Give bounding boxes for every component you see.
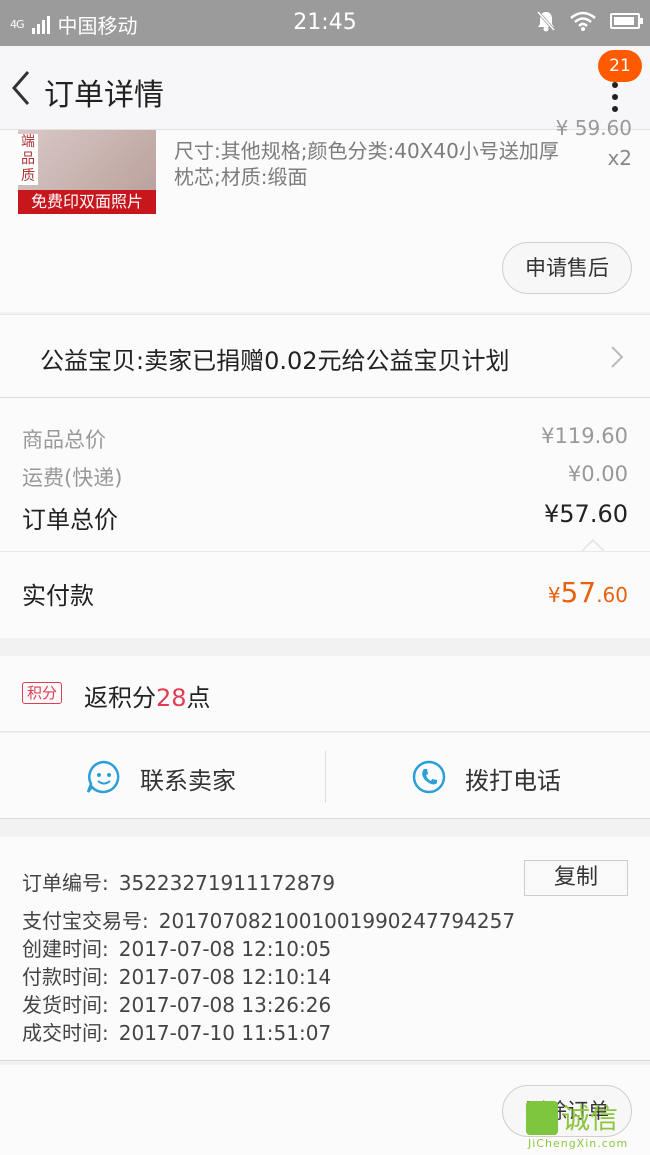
- caret-up-icon: [582, 539, 604, 551]
- paid-amount-int: 57: [560, 576, 597, 609]
- points-amount: 28: [156, 684, 187, 712]
- watermark-logo: 诚信 JiChengXin.com: [526, 1097, 646, 1151]
- call-phone-label: 拨打电话: [465, 767, 561, 795]
- chat-bubble-icon: [86, 760, 120, 794]
- shipped-time-label: 发货时间:: [22, 993, 109, 1017]
- order-total-label: 订单总价: [22, 506, 118, 534]
- thumbnail-tag: 端品质: [18, 134, 38, 185]
- order-number-line: 订单编号: 35223271911172879: [22, 867, 335, 896]
- paid-currency: ¥: [547, 583, 561, 607]
- contact-seller-label: 联系卖家: [140, 767, 236, 795]
- thumbnail-banner: 免费印双面照片: [18, 190, 156, 214]
- alipay-label: 支付宝交易号:: [22, 909, 149, 933]
- points-suffix: 点: [186, 684, 211, 712]
- paid-time-value: 2017-07-08 12:10:14: [118, 965, 332, 989]
- status-bar: 4G 中国移动 21:45: [0, 0, 650, 46]
- price-summary: 商品总价 ¥119.60 运费(快递) ¥0.00 订单总价 ¥57.60 实付…: [0, 398, 650, 638]
- phone-icon: [412, 760, 446, 794]
- paid-amount: ¥57.60: [548, 576, 628, 609]
- chevron-right-icon: [611, 346, 624, 368]
- created-time-line: 创建时间: 2017-07-08 12:10:05: [22, 933, 331, 962]
- closed-time-line: 成交时间: 2017-07-10 11:51:07: [22, 1017, 331, 1046]
- paid-label: 实付款: [22, 582, 94, 610]
- product-thumbnail[interactable]: 端品质 免费印双面照片: [18, 130, 156, 214]
- points-text: 返积分28点: [84, 678, 211, 713]
- mute-bell-icon: [536, 11, 556, 32]
- nav-bar: 订单详情 21: [0, 46, 650, 130]
- watermark-subtext: JiChengXin.com: [528, 1137, 629, 1150]
- goods-total-value: ¥119.60: [541, 424, 628, 448]
- summary-divider: [0, 551, 650, 552]
- contact-bar: 联系卖家 拨打电话: [0, 733, 650, 819]
- closed-time-label: 成交时间:: [22, 1021, 109, 1045]
- battery-icon: [610, 13, 643, 29]
- footer-bar: 删除订单 诚信 JiChengXin.com: [0, 1065, 650, 1155]
- item-price: ¥ 59.60: [555, 116, 632, 140]
- goods-total-label: 商品总价: [22, 428, 106, 452]
- order-number-label: 订单编号:: [22, 871, 109, 895]
- charity-row[interactable]: 公益宝贝:卖家已捐赠0.02元给公益宝贝计划: [0, 314, 650, 398]
- points-tag: 积分: [22, 682, 63, 704]
- paid-time-line: 付款时间: 2017-07-08 12:10:14: [22, 961, 331, 990]
- notification-badge[interactable]: 21: [598, 50, 642, 82]
- points-prefix: 返积分: [84, 684, 156, 712]
- shipping-value: ¥0.00: [567, 462, 628, 486]
- charity-text: 公益宝贝:卖家已捐赠0.02元给公益宝贝计划: [40, 347, 510, 375]
- order-info: 订单编号: 35223271911172879 复制 支付宝交易号: 2017070…: [0, 837, 650, 1061]
- back-arrow-icon[interactable]: [6, 66, 36, 110]
- watermark-text: 诚信: [562, 1102, 619, 1135]
- created-time-label: 创建时间:: [22, 937, 109, 961]
- watermark-icon: [526, 1101, 558, 1135]
- order-number-value: 35223271911172879: [118, 871, 336, 895]
- points-row: 积分 返积分28点: [0, 656, 650, 732]
- closed-time-value: 2017-07-10 11:51:07: [118, 1021, 332, 1045]
- contact-seller-button[interactable]: 联系卖家: [0, 733, 325, 819]
- shipped-time-line: 发货时间: 2017-07-08 13:26:26: [22, 989, 331, 1018]
- after-sale-button[interactable]: 申请售后: [502, 242, 632, 294]
- order-item-card[interactable]: 端品质 免费印双面照片 ¥ 59.60 尺寸:其他规格;颜色分类:40X40小号…: [0, 116, 650, 312]
- shipping-label: 运费(快递): [22, 466, 123, 490]
- item-specs: 尺寸:其他规格;颜色分类:40X40小号送加厚枕芯;材质:缎面: [174, 139, 559, 189]
- copy-button[interactable]: 复制: [524, 860, 628, 896]
- call-phone-button[interactable]: 拨打电话: [325, 733, 650, 819]
- shipped-time-value: 2017-07-08 13:26:26: [118, 993, 332, 1017]
- item-quantity: x2: [607, 146, 632, 170]
- created-time-value: 2017-07-08 12:10:05: [118, 937, 332, 961]
- alipay-value: 2017070821001001990247794257: [158, 909, 516, 933]
- paid-time-label: 付款时间:: [22, 965, 109, 989]
- alipay-line: 支付宝交易号: 2017070821001001990247794257: [22, 905, 515, 934]
- order-total-value: ¥57.60: [544, 500, 628, 528]
- page-title: 订单详情: [44, 78, 164, 113]
- wifi-icon: [570, 11, 596, 31]
- paid-amount-dec: .60: [596, 583, 628, 607]
